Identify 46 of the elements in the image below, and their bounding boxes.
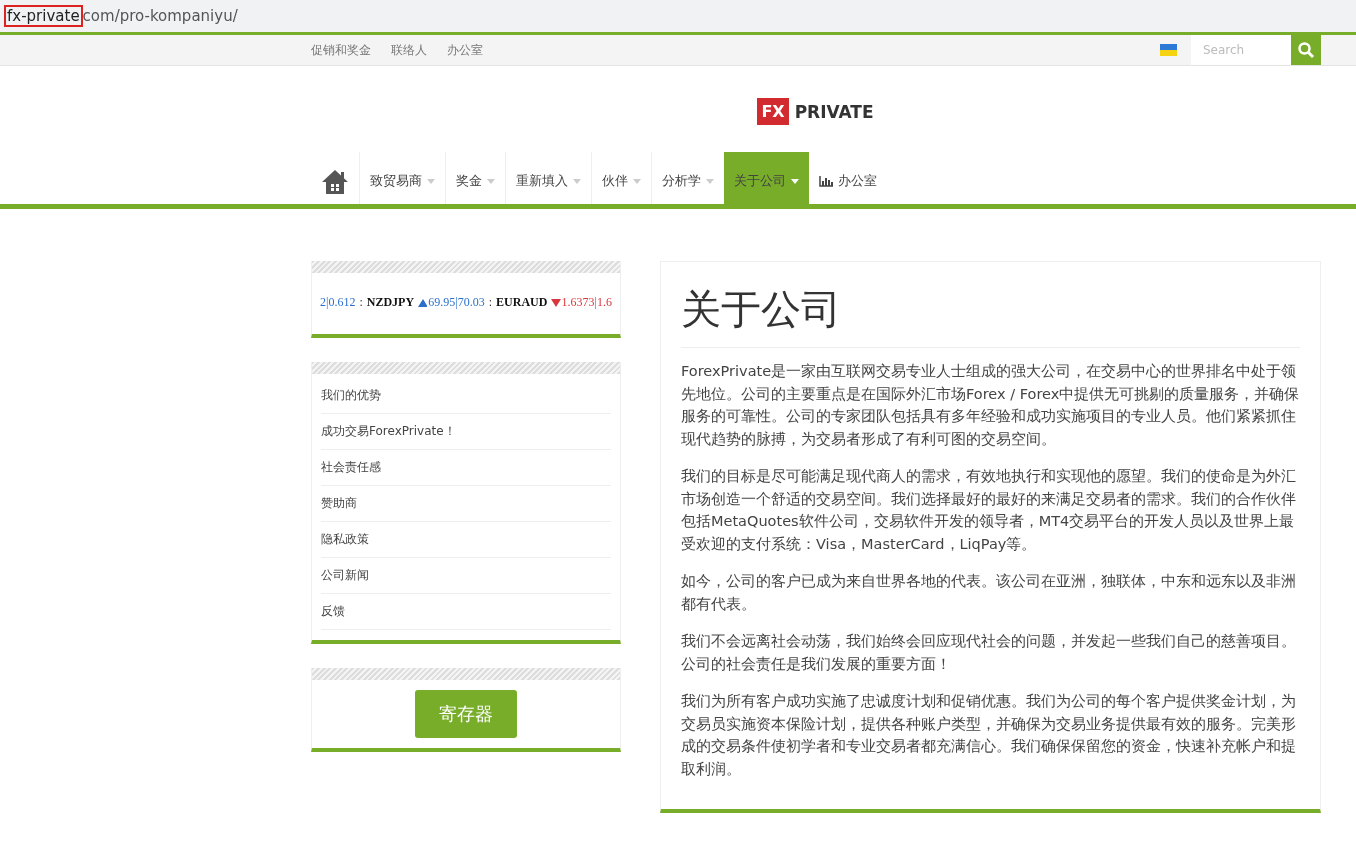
caret-icon [791,178,799,184]
side-menu-item[interactable]: 成功交易ForexPrivate！ [321,414,611,450]
logo-badge: FX [757,98,789,125]
caret-icon [706,178,714,184]
nav-tab[interactable]: 重新填入 [505,152,591,204]
article-paragraph: ForexPrivate是一家由互联网交易专业人士组成的强大公司，在交易中心的世界排名中处于领先地位。公司的主要重点是在国际外汇市场Forex / Forex中提供无可挑剔的质量服务，并确保服务的可靠性。公司的专家团队包括具有多年经验和成功实施项目的专业人员。他们紧紧抓住现代趋势的脉搏，为交易者形成了有利可图的交易空间。 [681,362,1300,449]
quote-symbol: EURAUD [496,295,548,310]
url-path: com/pro-kompaniyu/ [82,7,238,25]
side-menu-item[interactable]: 赞助商 [321,486,611,522]
search-button[interactable] [1291,35,1321,65]
logo-name: PRIVATE [794,101,874,122]
address-bar[interactable]: fx-private com/pro-kompaniyu/ [0,0,1356,32]
nav-tab[interactable]: 奖金 [445,152,505,204]
side-menu-item[interactable]: 隐私政策 [321,522,611,558]
separator: : [359,295,363,310]
article-paragraph: 如今，公司的客户已成为来自世界各地的代表。该公司在亚洲，独联体，中东和远东以及非洲都有代表。 [681,572,1297,614]
url-host: fx-private [4,5,83,27]
quote-symbol: NZDJPY [366,295,415,310]
top-link[interactable]: 办公室 [447,41,483,59]
search-field[interactable]: Search [1191,35,1291,65]
top-link[interactable]: 促销和奖金 [311,41,371,59]
article-paragraph: 我们的目标是尽可能满足现代商人的需求，有效地执行和实现他的愿望。我们的使命是为外汇市场创造一个舒适的交易空间。我们选择最好的最好的来满足交易者的需求。我们的合作伙伴包括MetaQuotes软件公司，交易软件开发的领导者，MT4交易平台的开发人员以及世界上最受欢迎的支付系统：Visa，MasterCard，LiqPay等。 [681,467,1297,554]
nav-tab[interactable]: 伙伴 [591,152,651,204]
bar-chart-icon [819,175,833,187]
nav-tab[interactable]: 致贸易商 [359,152,445,204]
side-menu-item[interactable]: 我们的优势 [321,378,611,414]
top-link[interactable]: 联络人 [391,41,427,59]
side-menu-item[interactable]: 公司新闻 [321,558,611,594]
quote-price: 69.95|70.03 [428,295,485,310]
search-icon [1297,41,1315,59]
separator: : [488,295,493,310]
caret-icon [487,178,495,184]
caret-icon [573,178,581,184]
caret-icon [427,178,435,184]
article-title: 关于公司 [681,282,1300,348]
article-paragraph: 我们为所有客户成功实施了忠诚度计划和促销优惠。我们为公司的每个客户提供奖金计划，为交易员实施资本保险计划，提供各种账户类型，并确保为交易业务提供最有效的服务。完美形成的交易条件使初学者和专业交易者都充满信心。我们确保保留您的资金，快速补充帐户和提取利润。 [681,692,1297,779]
side-menu-item[interactable]: 反馈 [321,594,611,630]
quote-price: 1.6373|1.6 [561,295,612,310]
article-paragraph: 我们不会远离社会动荡，我们始终会回应现代社会的问题，并发起一些我们自己的慈善项目。公司的社会责任是我们发展的重要方面！ [681,632,1297,674]
caret-icon [633,178,641,184]
nav-tab[interactable]: 办公室 [809,152,887,204]
nav-tab[interactable]: 关于公司 [724,152,809,204]
quote-price: 2|0.612 [320,295,356,310]
logo[interactable]: FX PRIVATE [757,98,874,125]
side-menu-item[interactable]: 社会责任感 [321,450,611,486]
flag-icon[interactable] [1160,44,1177,56]
